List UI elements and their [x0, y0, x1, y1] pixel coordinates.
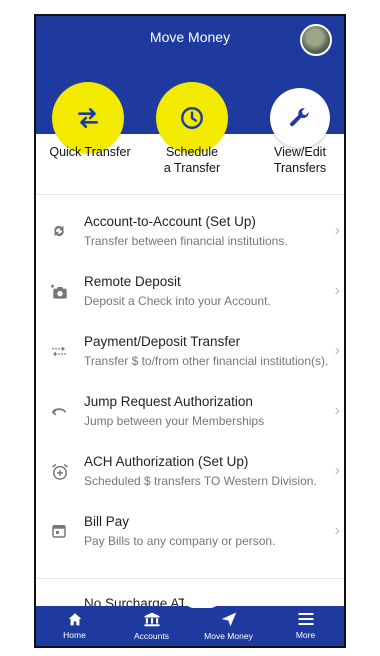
- bank-icon: [143, 612, 161, 631]
- quick-transfer-label-text: Quick Transfer: [49, 145, 131, 159]
- list-item-account-to-account[interactable]: Account-to-Account (Set Up) Transfer bet…: [36, 202, 344, 262]
- list-item-title: Payment/Deposit Transfer: [84, 334, 241, 349]
- chevron-right-icon: ›: [334, 522, 340, 539]
- view-edit-label-line1: View/Edit: [274, 145, 326, 159]
- schedule-transfer-label: Schedule a Transfer: [146, 144, 238, 176]
- calendar-icon: [50, 522, 70, 542]
- list-item-ach-authorization[interactable]: ACH Authorization (Set Up) Scheduled $ t…: [36, 442, 344, 502]
- tab-accounts[interactable]: Accounts: [113, 606, 190, 646]
- alarm-plus-icon: [50, 462, 70, 482]
- dotted-swap-icon: [50, 342, 70, 362]
- list-item-jump-request[interactable]: Jump Request Authorization Jump between …: [36, 382, 344, 442]
- camera-plus-icon: [50, 282, 70, 302]
- send-arrow-icon: [220, 611, 238, 631]
- phone-frame: Move Money Quick Transfer Schedule a Tra…: [34, 14, 346, 648]
- list-item-payment-deposit-transfer[interactable]: Payment/Deposit Transfer Transfer $ to/f…: [36, 322, 344, 382]
- list-item-subtitle: Deposit a Check into your Account.: [84, 294, 271, 308]
- tab-move-money[interactable]: Move Money: [190, 606, 267, 646]
- list-item-title: Jump Request Authorization: [84, 394, 253, 409]
- quick-transfer-label: Quick Transfer: [38, 144, 142, 160]
- list-item-title: Bill Pay: [84, 514, 130, 529]
- sync-arrows-icon: [50, 222, 70, 242]
- schedule-transfer-label-line1: Schedule: [165, 145, 219, 159]
- list-item-title: Remote Deposit: [84, 274, 181, 289]
- tab-label: Home: [63, 630, 86, 640]
- schedule-transfer-label-line2: a Transfer: [163, 161, 221, 175]
- chevron-right-icon: ›: [334, 282, 340, 299]
- jump-arrow-icon: [50, 402, 70, 422]
- section-divider: [36, 194, 344, 195]
- list-item-title: ACH Authorization (Set Up): [84, 454, 249, 469]
- list-item-bill-pay[interactable]: Bill Pay Pay Bills to any company or per…: [36, 502, 344, 562]
- view-edit-transfers-label: View/Edit Transfers: [252, 144, 344, 176]
- chevron-right-icon: ›: [334, 462, 340, 479]
- list-item-subtitle: Scheduled $ transfers TO Western Divisio…: [84, 474, 317, 488]
- chevron-right-icon: ›: [334, 402, 340, 419]
- tab-more[interactable]: More: [267, 606, 344, 646]
- section-divider: [36, 578, 344, 579]
- avatar[interactable]: [300, 24, 332, 56]
- chevron-right-icon: ›: [334, 222, 340, 239]
- menu-icon: [297, 612, 315, 630]
- swap-arrows-icon: [58, 88, 118, 148]
- list-item-subtitle: Pay Bills to any company or person.: [84, 534, 276, 548]
- list-item-subtitle: Jump between your Memberships: [84, 414, 265, 428]
- tab-label: Accounts: [134, 630, 169, 641]
- home-icon: [67, 612, 83, 630]
- clock-icon: [162, 88, 222, 148]
- list-item-subtitle: Transfer between financial institutions.: [84, 234, 288, 248]
- tab-label: Move Money: [204, 631, 253, 641]
- active-tab-notch: [184, 598, 220, 608]
- bottom-tab-bar: Home Accounts Move Money More: [36, 598, 344, 646]
- chevron-right-icon: ›: [334, 342, 340, 359]
- view-edit-label-line2: Transfers: [273, 161, 327, 175]
- list-item-subtitle: Transfer $ to/from other financial insti…: [84, 354, 329, 368]
- list-item-title: Account-to-Account (Set Up): [84, 214, 256, 229]
- page-title: Move Money: [149, 29, 231, 45]
- list-item-remote-deposit[interactable]: Remote Deposit Deposit a Check into your…: [36, 262, 344, 322]
- tab-home[interactable]: Home: [36, 606, 113, 646]
- tab-label: More: [295, 630, 316, 640]
- wrench-icon: [270, 88, 330, 148]
